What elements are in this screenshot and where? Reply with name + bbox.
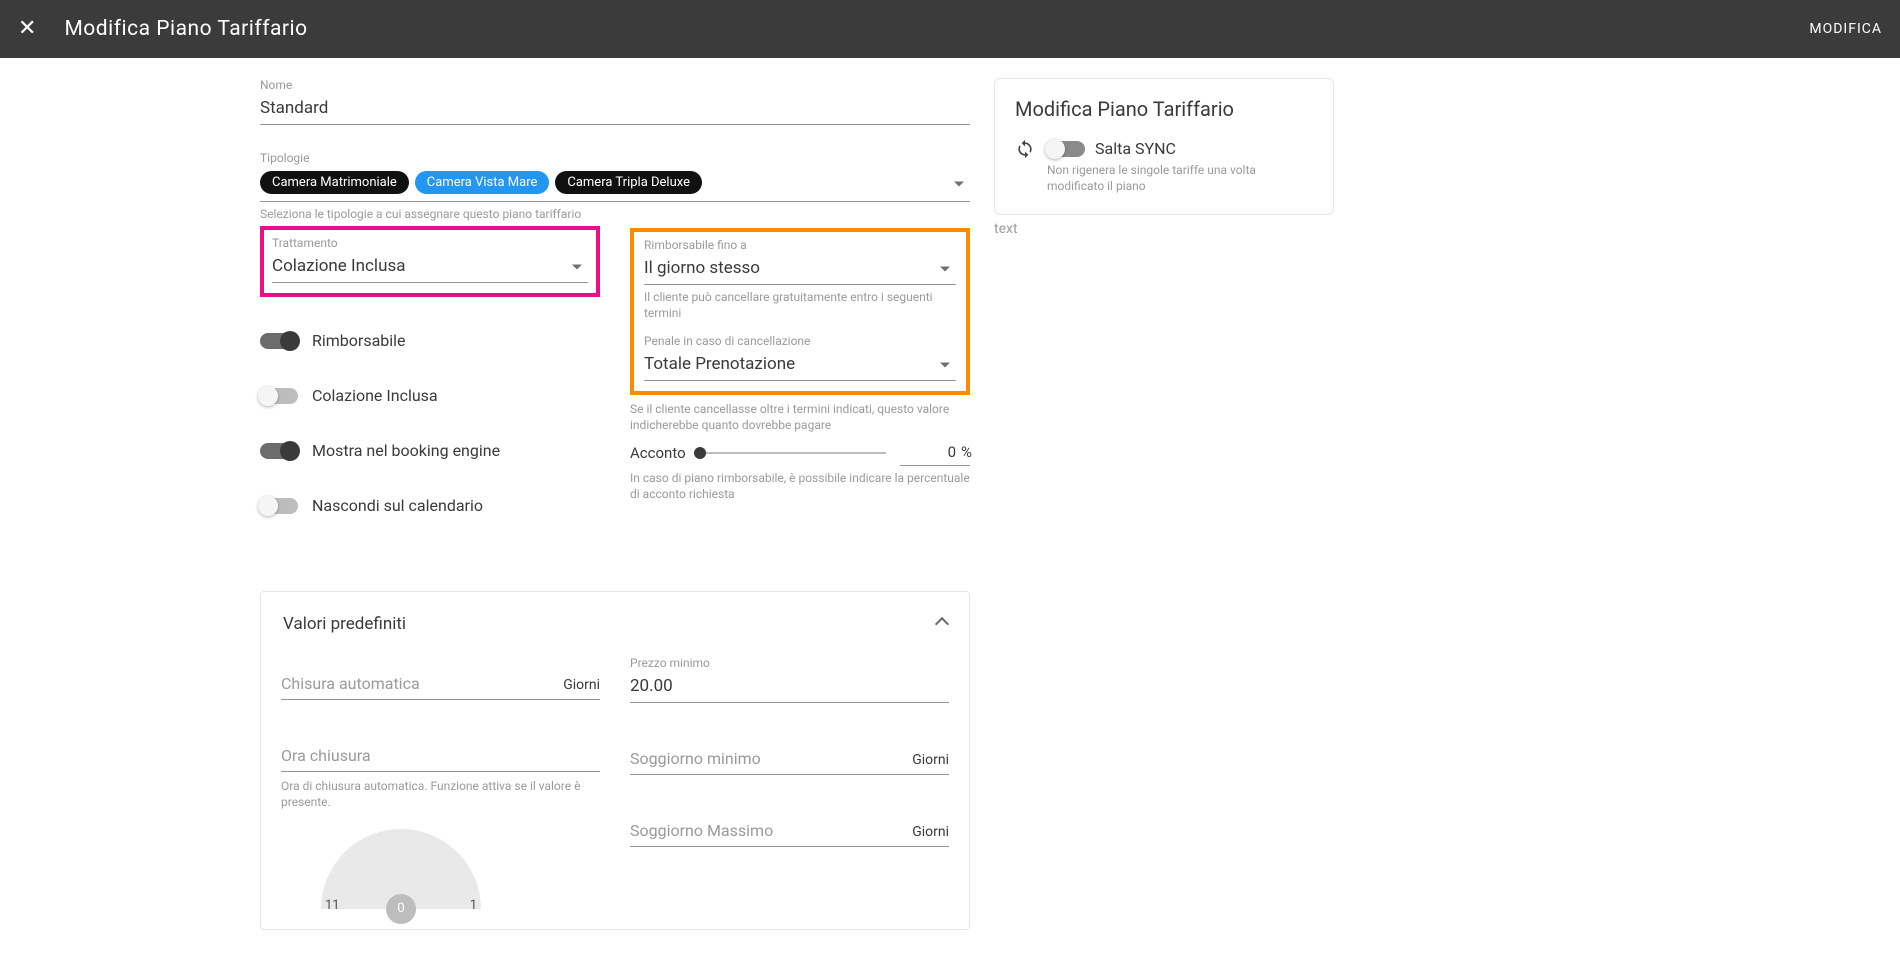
slider-thumb[interactable] xyxy=(694,447,706,459)
app-header: ✕ Modifica Piano Tariffario MODIFICA xyxy=(0,0,1900,58)
refund-highlight: Rimborsabile fino a Il giorno stesso Il … xyxy=(630,228,970,394)
auto-close-suffix: Giorni xyxy=(563,677,600,693)
min-stay-label: Soggiorno minimo xyxy=(630,749,761,768)
auto-close-label: Chisura automatica xyxy=(281,674,420,693)
sync-icon[interactable] xyxy=(1015,139,1035,159)
treatment-select[interactable]: Colazione Inclusa xyxy=(272,252,588,283)
close-time-help: Ora di chiusura automatica. Funzione att… xyxy=(281,778,600,810)
deposit-value: 0 xyxy=(948,443,956,461)
deposit-value-box[interactable]: 0 % xyxy=(900,441,970,466)
penalty-field: Penale in caso di cancellazione Totale P… xyxy=(644,334,956,381)
name-field: Nome Standard xyxy=(260,78,970,125)
defaults-title: Valori predefiniti xyxy=(283,614,406,634)
deposit-slider[interactable] xyxy=(700,452,886,454)
treatment-label: Trattamento xyxy=(272,236,588,250)
deposit-label: Acconto xyxy=(630,444,686,462)
skip-sync-toggle[interactable] xyxy=(1047,141,1085,157)
chip-tripla-deluxe[interactable]: Camera Tripla Deluxe xyxy=(555,171,702,194)
penalty-help: Se il cliente cancellasse oltre i termin… xyxy=(630,401,970,433)
chip-matrimoniale[interactable]: Camera Matrimoniale xyxy=(260,171,409,194)
chevron-down-icon xyxy=(940,362,950,367)
penalty-value: Totale Prenotazione xyxy=(644,354,795,374)
refund-until-value: Il giorno stesso xyxy=(644,258,760,278)
clock-1: 1 xyxy=(470,898,477,913)
auto-close-field[interactable]: Chisura automatica Giorni xyxy=(281,656,600,700)
name-input[interactable]: Standard xyxy=(260,94,970,125)
clock-picker[interactable]: 11 1 0 xyxy=(321,829,481,909)
page-title: Modifica Piano Tariffario xyxy=(64,17,307,41)
types-field: Tipologie Camera Matrimoniale Camera Vis… xyxy=(260,151,970,222)
min-price-label: Prezzo minimo xyxy=(630,656,949,670)
penalty-label: Penale in caso di cancellazione xyxy=(644,334,956,348)
side-card: Modifica Piano Tariffario Salta SYNC Non… xyxy=(994,78,1334,215)
hide-cal-toggle[interactable] xyxy=(260,498,298,514)
chevron-down-icon xyxy=(940,267,950,272)
refund-until-field: Rimborsabile fino a Il giorno stesso Il … xyxy=(644,238,956,321)
name-label: Nome xyxy=(260,78,970,92)
treatment-highlight: Trattamento Colazione Inclusa xyxy=(260,226,600,297)
max-stay-suffix: Giorni xyxy=(912,824,949,840)
min-price-input[interactable]: 20.00 xyxy=(630,672,949,703)
save-button[interactable]: MODIFICA xyxy=(1809,21,1882,37)
breakfast-row: Colazione Inclusa xyxy=(260,386,600,405)
min-stay-suffix: Giorni xyxy=(912,752,949,768)
stray-text: text xyxy=(994,221,1334,237)
close-icon[interactable]: ✕ xyxy=(18,18,36,40)
deposit-help: In caso di piano rimborsabile, è possibi… xyxy=(630,470,970,502)
show-be-row: Mostra nel booking engine xyxy=(260,441,600,460)
min-stay-field[interactable]: Soggiorno minimo Giorni xyxy=(630,731,949,775)
refund-until-label: Rimborsabile fino a xyxy=(644,238,956,252)
types-select[interactable]: Camera Matrimoniale Camera Vista Mare Ca… xyxy=(260,167,970,202)
min-price-field: Prezzo minimo 20.00 xyxy=(630,656,949,703)
skip-sync-desc: Non rigenera le singole tariffe una volt… xyxy=(1047,162,1313,194)
show-be-toggle[interactable] xyxy=(260,443,298,459)
side-card-title: Modifica Piano Tariffario xyxy=(1015,97,1313,121)
refund-until-help: Il cliente può cancellare gratuitamente … xyxy=(644,289,956,321)
skip-sync-label: Salta SYNC xyxy=(1095,139,1176,158)
chevron-up-icon xyxy=(935,617,949,631)
refundable-toggle[interactable] xyxy=(260,333,298,349)
chip-vista-mare[interactable]: Camera Vista Mare xyxy=(415,171,550,194)
refundable-label: Rimborsabile xyxy=(312,331,406,350)
deposit-unit: % xyxy=(961,443,972,461)
breakfast-label: Colazione Inclusa xyxy=(312,386,438,405)
types-help: Seleziona le tipologie a cui assegnare q… xyxy=(260,206,970,222)
close-time-label: Ora chiusura xyxy=(281,746,371,765)
hide-cal-label: Nascondi sul calendario xyxy=(312,496,483,515)
penalty-select[interactable]: Totale Prenotazione xyxy=(644,350,956,381)
hide-cal-row: Nascondi sul calendario xyxy=(260,496,600,515)
clock-11: 11 xyxy=(325,898,340,913)
chevron-down-icon[interactable] xyxy=(954,182,964,187)
treatment-field: Trattamento Colazione Inclusa xyxy=(272,236,588,283)
defaults-panel: Valori predefiniti Chisura automatica Gi… xyxy=(260,591,970,929)
deposit-row: Acconto 0 % xyxy=(630,441,970,466)
breakfast-toggle[interactable] xyxy=(260,388,298,404)
defaults-header[interactable]: Valori predefiniti xyxy=(281,592,949,656)
treatment-value: Colazione Inclusa xyxy=(272,256,405,276)
clock-0: 0 xyxy=(386,894,416,924)
max-stay-field[interactable]: Soggiorno Massimo Giorni xyxy=(630,803,949,847)
close-time-field[interactable]: Ora chiusura xyxy=(281,728,600,772)
max-stay-label: Soggiorno Massimo xyxy=(630,821,773,840)
chevron-down-icon xyxy=(572,265,582,270)
refund-until-select[interactable]: Il giorno stesso xyxy=(644,254,956,285)
types-label: Tipologie xyxy=(260,151,970,165)
refundable-row: Rimborsabile xyxy=(260,331,600,350)
show-be-label: Mostra nel booking engine xyxy=(312,441,500,460)
